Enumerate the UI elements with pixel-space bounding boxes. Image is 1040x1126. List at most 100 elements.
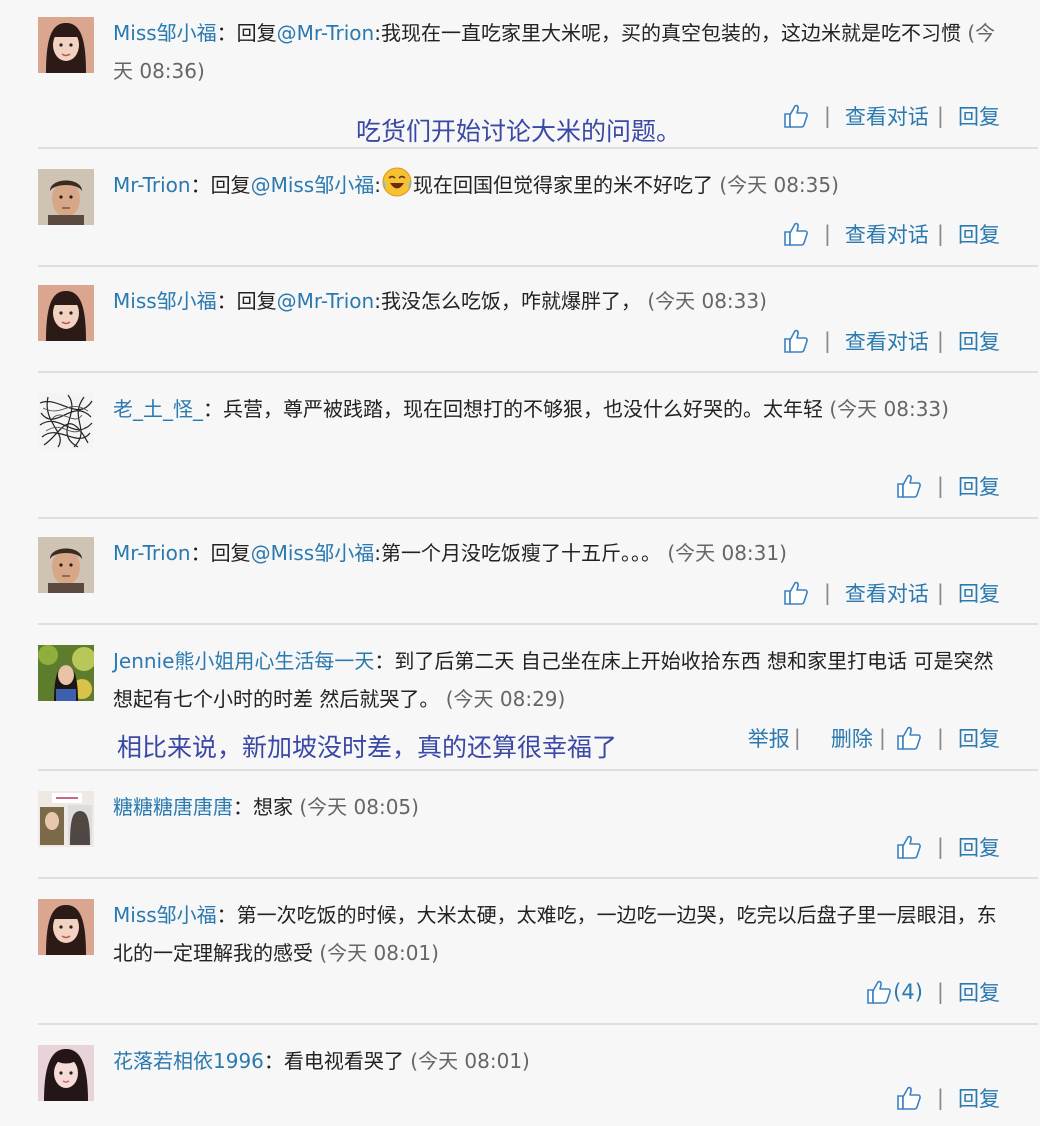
comment-content: 看电视看哭了 (283, 1049, 404, 1073)
thumbs-up-icon (897, 474, 921, 498)
timestamp: (今天 08:35) (719, 173, 839, 197)
thumbs-up-icon (897, 726, 921, 750)
comment-actions: (4) | 回复 (866, 977, 1000, 1007)
reply-link[interactable]: 回复 (958, 723, 1000, 753)
girl-longhair-avatar[interactable] (38, 1045, 94, 1101)
like-button[interactable] (896, 725, 923, 751)
mention-link[interactable]: @Mr-Trion (277, 21, 375, 45)
username-link[interactable]: Miss邹小福 (113, 21, 217, 45)
comment-item: Mr-Trion：回复@Miss邹小福:第一个月没吃饭瘦了十五斤。。。 (今天 … (0, 517, 1040, 625)
like-button[interactable] (783, 328, 810, 354)
colon: ： (203, 397, 223, 421)
like-button[interactable] (896, 1085, 923, 1111)
view-conversation-link[interactable]: 查看对话 (845, 326, 929, 356)
colon: ： (190, 173, 211, 197)
man-portrait-avatar[interactable] (38, 537, 94, 593)
annotation-text: 相比来说，新加坡没时差，真的还算很幸福了 (117, 733, 618, 762)
girl-selfie-avatar[interactable] (38, 285, 94, 341)
man-portrait-avatar[interactable] (38, 169, 94, 225)
mention-separator: : (374, 21, 381, 45)
username-link[interactable]: 花落若相依1996 (113, 1049, 264, 1073)
username-link[interactable]: Mr-Trion (113, 541, 191, 565)
reply-link[interactable]: 回复 (958, 326, 1000, 356)
reply-prefix: 回复 (236, 289, 277, 313)
like-button[interactable]: (4) (866, 979, 923, 1005)
comment-item: Jennie熊小姐用心生活每一天：到了后第二天 自己坐在床上开始收拾东西 想和家… (0, 625, 1040, 771)
colon: ： (190, 541, 211, 565)
mention-separator: : (374, 173, 381, 197)
comment-item: 花落若相依1996：看电视看哭了 (今天 08:01) | 回复 (0, 1025, 1040, 1126)
view-conversation-link[interactable]: 查看对话 (845, 101, 929, 131)
reply-link[interactable]: 回复 (958, 471, 1000, 501)
comment-text: Miss邹小福：回复@Mr-Trion:我现在一直吃家里大米呢，买的真空包装的，… (113, 14, 1003, 90)
mention-separator: : (374, 289, 381, 313)
timestamp: (今天 08:01) (319, 941, 439, 965)
mention-link[interactable]: @Mr-Trion (277, 289, 375, 313)
comment-item: Miss邹小福：第一次吃饭的时候，大米太硬，太难吃，一边吃一边哭，吃完以后盘子里… (0, 879, 1040, 1025)
delete-link[interactable]: 删除 (831, 723, 873, 753)
username-link[interactable]: Miss邹小福 (113, 289, 217, 313)
crying-laughing-emoji-icon (382, 167, 412, 197)
separator: | (936, 835, 944, 859)
thumbs-up-icon (784, 104, 808, 128)
separator: | (823, 581, 831, 605)
like-button[interactable] (783, 103, 810, 129)
username-link[interactable]: 糖糖糖唐唐唐 (113, 795, 233, 819)
username-link[interactable]: Jennie熊小姐用心生活每一天 (113, 649, 374, 673)
separator: | (878, 726, 886, 750)
comment-text: Miss邹小福：回复@Mr-Trion:我没怎么吃饭，咋就爆胖了， (今天 08… (113, 282, 1003, 320)
comment-content: 兵营，尊严被践踏，现在回想打的不够狠，也没什么好哭的。太年轻 (223, 397, 823, 421)
view-conversation-link[interactable]: 查看对话 (845, 578, 929, 608)
comment-feed: Miss邹小福：回复@Mr-Trion:我现在一直吃家里大米呢，买的真空包装的，… (0, 0, 1040, 1126)
scribble-avatar[interactable] (38, 393, 94, 449)
colon: ： (216, 21, 237, 45)
comment-actions: 举报 | 删除 | | 回复 (748, 723, 1000, 753)
comment-content: 我现在一直吃家里大米呢，买的真空包装的，这边米就是吃不习惯 (380, 21, 961, 45)
separator: | (936, 329, 944, 353)
girl-selfie-avatar[interactable] (38, 17, 94, 73)
comment-text: Jennie熊小姐用心生活每一天：到了后第二天 自己坐在床上开始收拾东西 想和家… (113, 642, 1003, 718)
reply-link[interactable]: 回复 (958, 578, 1000, 608)
mention-link[interactable]: @Miss邹小福 (251, 541, 375, 565)
timestamp: (今天 08:05) (299, 795, 419, 819)
girl-selfie-avatar[interactable] (38, 899, 94, 955)
comment-text: Mr-Trion：回复@Miss邹小福:第一个月没吃饭瘦了十五斤。。。 (今天 … (113, 534, 1003, 572)
colon: ： (374, 649, 395, 673)
comment-text: Miss邹小福：第一次吃饭的时候，大米太硬，太难吃，一边吃一边哭，吃完以后盘子里… (113, 896, 1003, 972)
separator: | (936, 222, 944, 246)
reply-link[interactable]: 回复 (958, 219, 1000, 249)
like-button[interactable] (783, 580, 810, 606)
comment-actions: | 回复 (896, 471, 1000, 501)
separator: | (823, 222, 831, 246)
annotation-text: 吃货们开始讨论大米的问题。 (356, 117, 682, 146)
username-link[interactable]: Miss邹小福 (113, 903, 217, 927)
comment-content: 现在回国但觉得家里的米不好吃了 (412, 173, 713, 197)
like-button[interactable] (896, 473, 923, 499)
colon: ： (233, 795, 253, 819)
like-button[interactable] (896, 834, 923, 860)
thumbs-up-icon (897, 1086, 921, 1110)
reply-link[interactable]: 回复 (958, 1083, 1000, 1113)
separator: | (936, 104, 944, 128)
report-link[interactable]: 举报 (748, 723, 790, 753)
collage-avatar[interactable] (38, 791, 94, 847)
separator: | (936, 726, 944, 750)
comment-item: 老_土_怪_：兵营，尊严被践踏，现在回想打的不够狠，也没什么好哭的。太年轻 (今… (0, 373, 1040, 519)
separator: | (936, 581, 944, 605)
like-button[interactable] (783, 221, 810, 247)
view-conversation-link[interactable]: 查看对话 (845, 219, 929, 249)
mention-link[interactable]: @Miss邹小福 (251, 173, 375, 197)
reply-link[interactable]: 回复 (958, 977, 1000, 1007)
username-link[interactable]: 老_土_怪_ (113, 397, 203, 421)
reply-link[interactable]: 回复 (958, 101, 1000, 131)
girl-outdoor-avatar[interactable] (38, 645, 94, 701)
comment-text: 老_土_怪_：兵营，尊严被践踏，现在回想打的不够狠，也没什么好哭的。太年轻 (今… (113, 390, 1003, 428)
username-link[interactable]: Mr-Trion (113, 173, 191, 197)
timestamp: (今天 08:31) (667, 541, 787, 565)
comment-item: Miss邹小福： 回复 @Mr-Trion:我现在一直吃家里大米呢，买的真空包装的，… (0, 0, 1040, 149)
colon: ： (263, 1049, 284, 1073)
comment-item: Mr-Trion：回复@Miss邹小福: 现在回国但觉得家里的米不好吃了 (今天 … (0, 149, 1040, 267)
reply-link[interactable]: 回复 (958, 832, 1000, 862)
reply-prefix: 回复 (210, 173, 251, 197)
separator: | (793, 726, 801, 750)
